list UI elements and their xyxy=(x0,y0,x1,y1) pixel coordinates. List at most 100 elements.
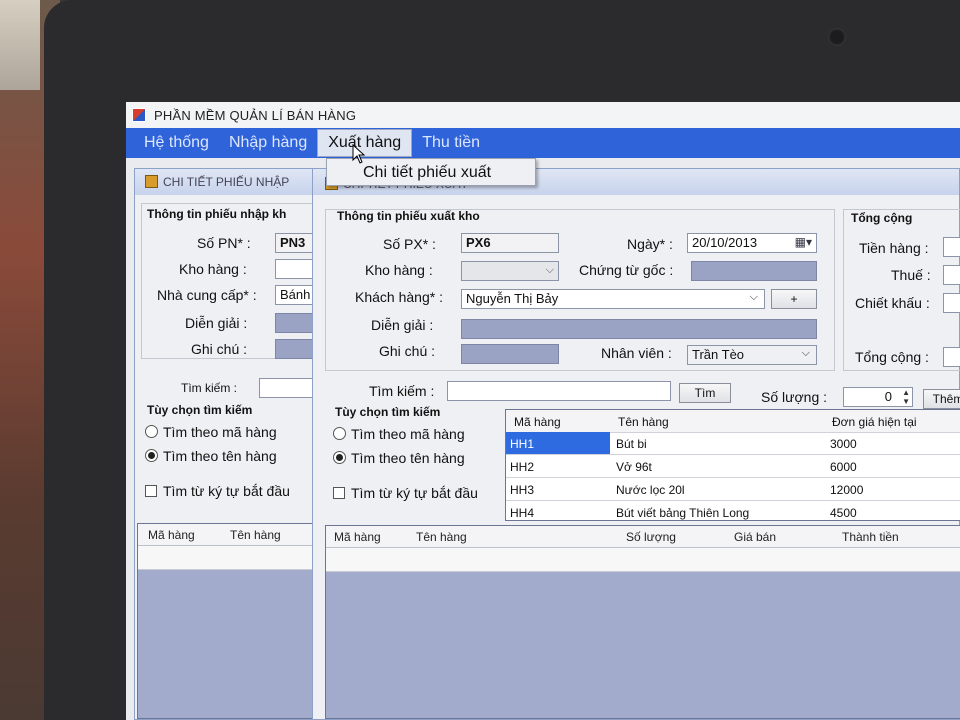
app-title: PHẦN MỀM QUẢN LÍ BÁN HÀNG xyxy=(154,107,357,123)
dien-giai-label: Diễn giải : xyxy=(185,315,248,331)
background-lamp xyxy=(0,0,40,90)
menu-nhap-hang[interactable]: Nhập hàng xyxy=(219,130,317,156)
cell-don-gia: 12000 xyxy=(830,483,864,497)
phieu-nhap-titlebar: CHI TIẾT PHIẾU NHẬP xyxy=(135,169,323,195)
table-row[interactable] xyxy=(138,546,322,570)
cell-ten-hang: Vở 96t xyxy=(616,460,652,474)
chung-tu-goc-field[interactable] xyxy=(691,261,817,281)
table-row[interactable]: HH3 Nước lọc 20l 12000 xyxy=(506,478,960,501)
cell-ma-hang: HH4 xyxy=(510,506,535,520)
phieu-nhap-window: CHI TIẾT PHIẾU NHẬP Thông tin phiếu nhập… xyxy=(134,168,325,720)
tim-kiem-nhap-input[interactable] xyxy=(259,378,319,398)
chevron-down-icon: ⌵ xyxy=(749,291,758,303)
tim-kiem-xuat-label: Tìm kiếm : xyxy=(369,383,435,399)
so-pn-field[interactable]: PN3 xyxy=(275,233,315,253)
tim-kiem-xuat-input[interactable] xyxy=(447,381,671,401)
col-ten-hang: Tên hàng xyxy=(618,415,669,429)
ghi-chu-nhap-field[interactable] xyxy=(275,339,315,359)
cell-ten-hang: Bút bi xyxy=(616,437,647,451)
checkbox-tu-dau-xuat-label: Tìm từ ký tự bắt đầu xyxy=(351,485,478,501)
col-gia-ban: Giá bán xyxy=(734,530,777,544)
nhan-vien-select[interactable]: Trần Tèo ⌵ xyxy=(687,345,817,365)
menu-thu-tien[interactable]: Thu tiền xyxy=(412,130,490,156)
detail-grid-header: Mã hàng Tên hàng Số lượng Giá bán Thành … xyxy=(326,526,960,548)
nha-cung-cap-label: Nhà cung cấp* : xyxy=(157,287,257,303)
checkbox-tu-dau-nhap-label: Tìm từ ký tự bắt đầu xyxy=(163,483,290,499)
phieu-xuat-window: CHI TIẾT PHIẾU XUẤT Thông tin phiếu xuất… xyxy=(312,168,960,720)
cell-ma-hang: HH1 xyxy=(506,432,610,454)
checkbox-tu-dau-xuat[interactable] xyxy=(333,487,345,499)
tien-hang-field xyxy=(943,237,960,257)
radio-ma-hang-nhap[interactable] xyxy=(145,425,158,438)
col-ma-hang: Mã hàng xyxy=(148,528,195,542)
table-row[interactable]: HH4 Bút viết bảng Thiên Long 4500 xyxy=(506,501,960,520)
dien-giai-xuat-field[interactable] xyxy=(461,319,817,339)
phieu-xuat-group-title: Thông tin phiếu xuất kho xyxy=(337,209,480,223)
kho-hang-xuat-select[interactable]: ⌵ xyxy=(461,261,559,281)
ngay-date-picker[interactable]: 20/10/2013 ▦▾ xyxy=(687,233,817,253)
calendar-icon[interactable]: ▦▾ xyxy=(795,235,812,249)
chiet-khau-label: Chiết khấu : xyxy=(855,295,930,311)
radio-ten-hang-xuat[interactable] xyxy=(333,451,346,464)
radio-ma-hang-nhap-label: Tìm theo mã hàng xyxy=(163,424,277,440)
kho-hang-label: Kho hàng : xyxy=(179,261,247,277)
cell-ma-hang: HH3 xyxy=(510,483,535,497)
ghi-chu-xuat-label: Ghi chú : xyxy=(379,343,436,359)
dien-giai-nhap-field[interactable] xyxy=(275,313,315,333)
ghi-chu-xuat-field[interactable] xyxy=(461,344,559,364)
tim-button[interactable]: Tìm xyxy=(679,383,731,403)
cell-don-gia: 6000 xyxy=(830,460,857,474)
kho-hang-xuat-label: Kho hàng : xyxy=(365,262,433,278)
product-grid-header: Mã hàng Tên hàng Đơn giá hiện tại xyxy=(506,410,960,433)
tong-cong-label: Tổng cộng : xyxy=(855,349,929,365)
stepper-arrows-icon[interactable]: ▲ ▼ xyxy=(902,388,910,406)
phieu-xuat-detail-grid[interactable]: Mã hàng Tên hàng Số lượng Giá bán Thành … xyxy=(325,525,960,719)
checkbox-tu-dau-nhap[interactable] xyxy=(145,485,157,497)
grid-header: Mã hàng Tên hàng xyxy=(138,524,322,546)
menu-he-thong[interactable]: Hệ thống xyxy=(134,130,219,156)
table-row[interactable]: HH2 Vở 96t 6000 xyxy=(506,455,960,478)
dien-giai-xuat-label: Diễn giải : xyxy=(371,317,434,333)
radio-ma-hang-xuat-label: Tìm theo mã hàng xyxy=(351,426,465,442)
nha-cung-cap-select[interactable]: Bánh xyxy=(275,285,315,305)
khach-hang-select[interactable]: Nguyễn Thị Bảy ⌵ xyxy=(461,289,765,309)
ghi-chu-label: Ghi chú : xyxy=(191,341,248,357)
radio-ma-hang-xuat[interactable] xyxy=(333,427,346,440)
tuy-chon-xuat-label: Tùy chọn tìm kiếm xyxy=(335,405,441,419)
tong-cong-group-title: Tổng cộng xyxy=(851,211,913,225)
ngay-label: Ngày* : xyxy=(627,236,673,252)
tim-kiem-nhap-label: Tìm kiếm : xyxy=(181,381,237,395)
cell-ten-hang: Bút viết bảng Thiên Long xyxy=(616,506,750,520)
so-px-label: Số PX* : xyxy=(383,236,436,252)
nhan-vien-label: Nhân viên : xyxy=(601,345,672,361)
them-button[interactable]: Thêm xyxy=(923,389,960,409)
phieu-nhap-grid[interactable]: Mã hàng Tên hàng xyxy=(137,523,323,719)
chevron-down-icon: ⌵ xyxy=(545,264,554,276)
cell-ten-hang: Nước lọc 20l xyxy=(616,483,685,497)
add-customer-button[interactable]: + xyxy=(771,289,817,309)
so-luong-stepper[interactable]: 0 ▲ ▼ xyxy=(843,387,913,407)
cell-don-gia: 3000 xyxy=(830,437,857,451)
app-screen: PHẦN MỀM QUẢN LÍ BÁN HÀNG Hệ thống Nhập … xyxy=(126,102,960,720)
thue-label: Thuế : xyxy=(891,267,931,283)
table-row[interactable] xyxy=(326,548,960,572)
khach-hang-label: Khách hàng* : xyxy=(355,289,443,305)
col-ten-hang: Tên hàng xyxy=(230,528,281,542)
menu-bar: Hệ thống Nhập hàng Xuất hàng Thu tiền xyxy=(126,128,960,158)
chung-tu-goc-label: Chứng từ gốc : xyxy=(579,262,674,278)
thue-field[interactable] xyxy=(943,265,960,285)
chiet-khau-field[interactable] xyxy=(943,293,960,313)
radio-ten-hang-nhap-label: Tìm theo tên hàng xyxy=(163,448,277,464)
col-so-luong: Số lượng xyxy=(626,530,676,544)
kho-hang-nhap-select[interactable] xyxy=(275,259,315,279)
table-row[interactable]: HH1 Bút bi 3000 xyxy=(506,432,960,455)
product-grid[interactable]: Mã hàng Tên hàng Đơn giá hiện tại HH1 Bú… xyxy=(505,409,960,521)
window-icon xyxy=(145,175,158,188)
so-luong-value: 0 xyxy=(884,389,892,404)
app-icon xyxy=(132,108,146,122)
radio-ten-hang-nhap[interactable] xyxy=(145,449,158,462)
tong-cong-field xyxy=(943,347,960,367)
tien-hang-label: Tiền hàng : xyxy=(859,240,929,256)
so-px-field[interactable]: PX6 xyxy=(461,233,559,253)
ngay-value: 20/10/2013 xyxy=(692,235,758,250)
